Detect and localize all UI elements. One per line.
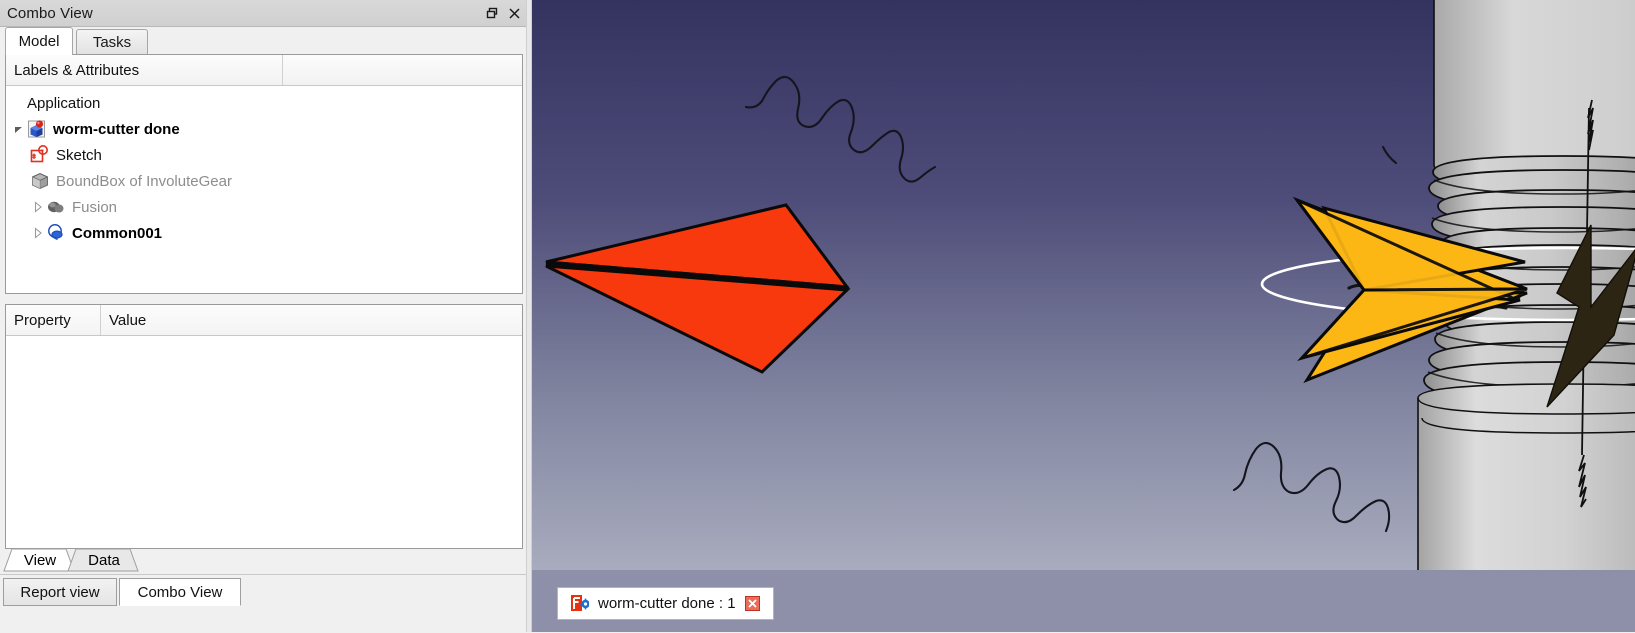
tab-combo-view[interactable]: Combo View [119, 578, 241, 606]
tree-item-label: BoundBox of InvoluteGear [56, 172, 232, 190]
tab-tasks-label: Tasks [92, 33, 132, 51]
tab-data[interactable]: Data [78, 550, 130, 570]
expander-collapsed-icon[interactable] [30, 225, 46, 241]
tree-item-boundbox[interactable]: BoundBox of InvoluteGear [6, 168, 522, 194]
model-tree-panel: Labels & Attributes Application worm-cut… [5, 54, 523, 294]
tree-item-label: Common001 [72, 224, 163, 242]
tab-report-view-label: Report view [20, 583, 100, 601]
document-tab-label: worm-cutter done : 1 [598, 595, 736, 612]
tab-data-label: Data [88, 551, 120, 569]
combo-view-dock: Combo View Model Tasks Labels & Attribut… [0, 0, 530, 633]
tree-header: Labels & Attributes [6, 55, 522, 86]
dock-titlebar: Combo View [0, 0, 530, 27]
bottom-dock-tabbar: Report view Combo View [0, 574, 530, 633]
expander-collapsed-icon[interactable] [30, 199, 46, 215]
common-icon [46, 223, 66, 243]
tree-column-labels[interactable]: Labels & Attributes [6, 55, 283, 85]
freecad-logo-icon [571, 594, 591, 613]
tab-model[interactable]: Model [5, 27, 73, 55]
tab-close-icon[interactable] [744, 596, 760, 611]
freecad-document-icon [27, 119, 47, 139]
view-data-tabbar: View Data [2, 548, 522, 572]
tab-report-view[interactable]: Report view [3, 578, 117, 606]
tree-item-label: Fusion [72, 198, 118, 216]
close-icon[interactable] [508, 7, 521, 20]
3d-scene [532, 0, 1635, 570]
tree-item-label: Application [27, 94, 101, 112]
tree-item-label: Sketch [56, 146, 102, 164]
property-column-value[interactable]: Value [101, 305, 522, 335]
tree-item-common001[interactable]: Common001 [6, 220, 522, 246]
tree-item-label: worm-cutter done [53, 120, 180, 138]
freecad-window: Combo View Model Tasks Labels & Attribut… [0, 0, 1635, 633]
tree-column-secondary[interactable] [283, 55, 522, 85]
tab-combo-view-label: Combo View [137, 583, 223, 601]
fusion-icon [46, 197, 66, 217]
tab-model-label: Model [18, 33, 60, 50]
tree-item-worm-cutter-done[interactable]: worm-cutter done [6, 116, 522, 142]
tree-item-fusion[interactable]: Fusion [6, 194, 522, 220]
document-tab[interactable]: worm-cutter done : 1 [557, 587, 774, 620]
3d-viewport[interactable] [532, 0, 1635, 570]
tab-view[interactable]: View [14, 550, 66, 570]
property-header: Property Value [6, 305, 522, 336]
combo-view-tabbar: Model Tasks [0, 27, 530, 55]
mdi-area: worm-cutter done : 1 [532, 0, 1635, 632]
property-editor-panel: Property Value [5, 304, 523, 549]
expander-expanded-icon[interactable] [11, 121, 27, 137]
sketch-icon [30, 145, 50, 165]
dock-title: Combo View [7, 4, 93, 22]
mdi-tabbar: worm-cutter done : 1 [532, 570, 1635, 632]
tab-tasks[interactable]: Tasks [76, 29, 148, 54]
tree-item-sketch[interactable]: Sketch [6, 142, 522, 168]
tree-body: Application worm-cutter done Sketch Boun… [6, 86, 522, 246]
tab-view-label: View [23, 551, 57, 569]
boundbox-icon [30, 171, 50, 191]
property-column-property[interactable]: Property [6, 305, 101, 335]
restore-icon[interactable] [486, 7, 499, 20]
tree-item-application[interactable]: Application [6, 90, 522, 116]
